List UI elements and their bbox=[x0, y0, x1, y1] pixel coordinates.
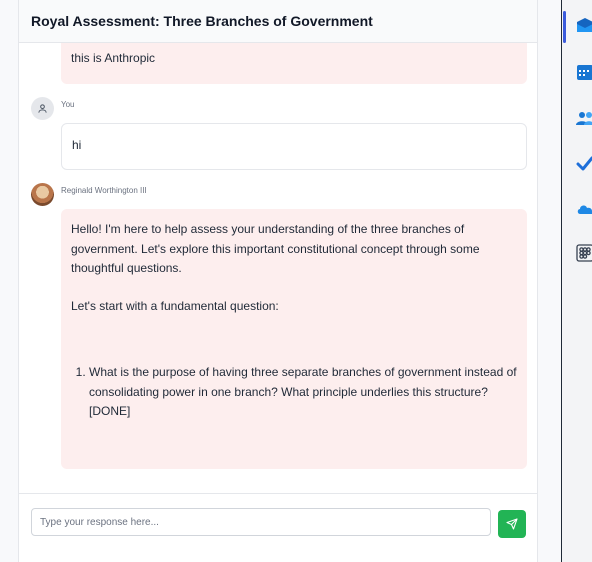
composer bbox=[19, 493, 537, 562]
chat-header: Royal Assessment: Three Branches of Gove… bbox=[19, 0, 537, 43]
message-list[interactable]: this is Anthropic You hi Reginald Worthi… bbox=[19, 43, 537, 493]
user-message-bubble: hi bbox=[61, 123, 527, 170]
bot-avatar bbox=[31, 182, 54, 206]
bot-message-bubble: Hello! I'm here to help assess your unde… bbox=[61, 209, 527, 469]
app-rail bbox=[561, 0, 592, 562]
user-avatar bbox=[31, 96, 54, 120]
response-input[interactable] bbox=[31, 508, 491, 536]
chat-panel: Royal Assessment: Three Branches of Gove… bbox=[18, 0, 538, 562]
rail-active-indicator bbox=[563, 11, 566, 43]
calendar-icon[interactable] bbox=[576, 63, 592, 81]
people-icon[interactable] bbox=[576, 109, 592, 127]
bot-message-bubble: this is Anthropic bbox=[61, 43, 527, 84]
apps-grid-icon[interactable] bbox=[576, 244, 592, 262]
message-paragraph: Let's start with a fundamental question: bbox=[71, 298, 279, 313]
bot-sender-row: Reginald Worthington III bbox=[31, 182, 147, 206]
onedrive-icon[interactable] bbox=[576, 200, 592, 218]
question-list: What is the purpose of having three sepa… bbox=[89, 363, 517, 422]
message-text: this is Anthropic bbox=[71, 51, 156, 65]
sender-name: You bbox=[61, 99, 75, 109]
user-sender-row: You bbox=[31, 96, 75, 120]
message-paragraph: Hello! I'm here to help assess your unde… bbox=[71, 222, 480, 275]
send-button[interactable] bbox=[498, 510, 526, 538]
chat-title: Royal Assessment: Three Branches of Gove… bbox=[31, 13, 373, 29]
outlook-icon[interactable] bbox=[576, 16, 592, 34]
todo-icon[interactable] bbox=[576, 155, 592, 173]
sender-name: Reginald Worthington III bbox=[61, 185, 147, 195]
send-icon bbox=[506, 518, 518, 530]
message-text: hi bbox=[72, 138, 82, 152]
user-icon bbox=[38, 103, 47, 113]
question-item: What is the purpose of having three sepa… bbox=[89, 363, 517, 422]
